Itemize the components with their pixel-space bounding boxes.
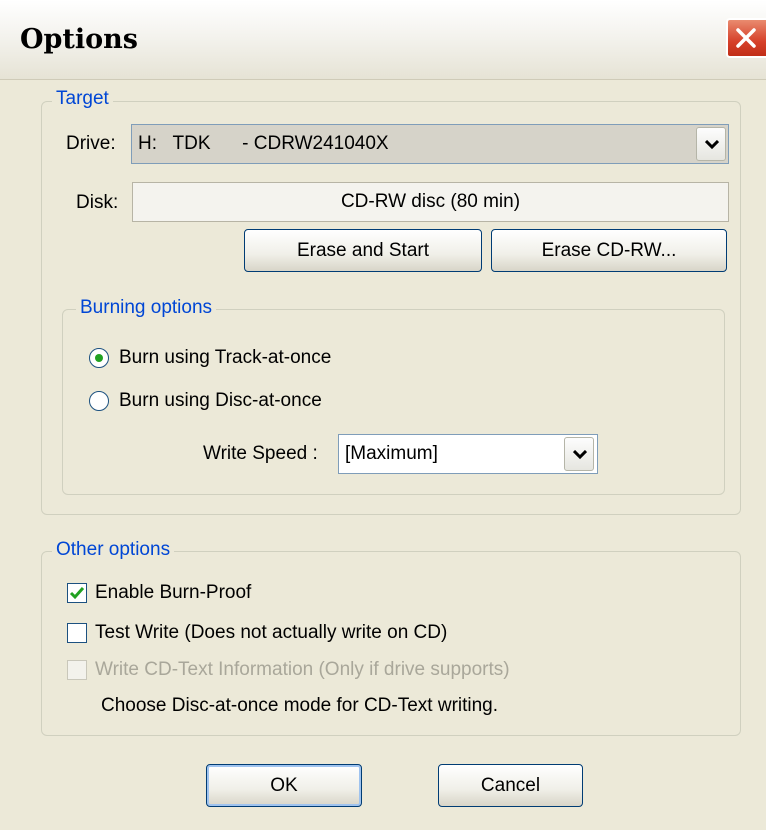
chevron-down-icon bbox=[705, 140, 719, 150]
track-at-once-label[interactable]: Burn using Track-at-once bbox=[119, 347, 331, 369]
cd-text-note: Choose Disc-at-once mode for CD-Text wri… bbox=[101, 695, 499, 716]
other-options-legend: Other options bbox=[52, 539, 175, 561]
write-speed-label: Write Speed : bbox=[203, 443, 318, 464]
title-bar: Options bbox=[0, 0, 766, 80]
write-speed-dropdown-button[interactable] bbox=[564, 437, 594, 471]
erase-cdrw-label: Erase CD-RW... bbox=[541, 240, 677, 261]
window-title: Options bbox=[20, 24, 138, 55]
disc-at-once-label[interactable]: Burn using Disc-at-once bbox=[119, 390, 322, 412]
burn-proof-checkbox[interactable] bbox=[67, 583, 87, 603]
write-speed-value: [Maximum] bbox=[345, 443, 438, 464]
test-write-checkbox[interactable] bbox=[67, 623, 87, 643]
cd-text-checkbox bbox=[67, 660, 87, 680]
burn-proof-label[interactable]: Enable Burn-Proof bbox=[95, 582, 251, 604]
erase-cdrw-button[interactable]: Erase CD-RW... bbox=[491, 229, 727, 272]
cancel-label: Cancel bbox=[480, 775, 541, 796]
drive-value: H: TDK - CDRW241040X bbox=[138, 133, 389, 154]
erase-and-start-button[interactable]: Erase and Start bbox=[244, 229, 482, 272]
disk-label: Disk: bbox=[76, 192, 119, 213]
drive-select[interactable]: H: TDK - CDRW241040X bbox=[131, 124, 729, 164]
erase-and-start-label: Erase and Start bbox=[296, 240, 430, 261]
cd-text-label: Write CD-Text Information (Only if drive… bbox=[95, 659, 510, 680]
disk-field: CD-RW disc (80 min) bbox=[132, 182, 729, 222]
drive-dropdown-button[interactable] bbox=[696, 127, 726, 161]
target-legend: Target bbox=[52, 88, 113, 110]
close-icon bbox=[736, 28, 756, 48]
drive-label: Drive: bbox=[66, 133, 116, 154]
checkmark-icon bbox=[69, 587, 85, 600]
write-speed-select[interactable]: [Maximum] bbox=[338, 434, 598, 474]
disc-at-once-radio[interactable] bbox=[89, 391, 109, 411]
test-write-label[interactable]: Test Write (Does not actually write on C… bbox=[95, 622, 447, 644]
burning-options-legend: Burning options bbox=[76, 297, 217, 319]
cancel-button[interactable]: Cancel bbox=[438, 764, 583, 807]
ok-label: OK bbox=[270, 775, 298, 796]
disk-value: CD-RW disc (80 min) bbox=[340, 191, 521, 212]
chevron-down-icon bbox=[573, 450, 587, 460]
track-at-once-radio[interactable] bbox=[89, 348, 109, 368]
close-button[interactable] bbox=[726, 18, 766, 58]
ok-button[interactable]: OK bbox=[206, 764, 362, 807]
radio-selected-dot bbox=[95, 354, 103, 362]
